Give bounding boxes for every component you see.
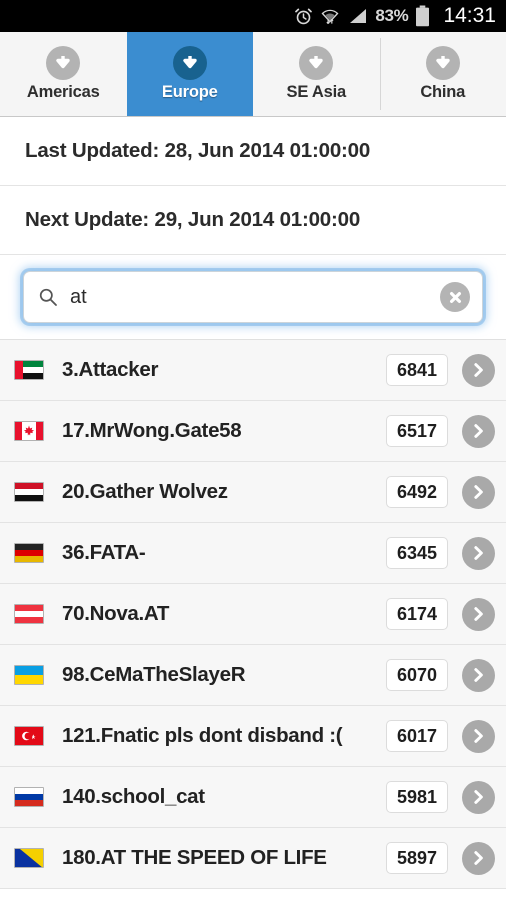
score-badge: 6017 xyxy=(386,720,448,752)
flag-icon-ua xyxy=(14,665,44,685)
player-name: 36.FATA- xyxy=(62,541,146,564)
search-icon xyxy=(38,287,58,307)
table-row[interactable]: 98.CeMaTheSlayeR 6070 xyxy=(0,645,506,706)
tab-se-asia[interactable]: SE Asia xyxy=(253,32,380,116)
wifi-icon xyxy=(320,7,340,26)
alarm-clock-icon xyxy=(294,7,313,26)
chevron-right-icon[interactable] xyxy=(462,353,495,387)
table-row[interactable]: 121.Fnatic pls dont disband :( 6017 xyxy=(0,706,506,767)
signal-icon xyxy=(347,8,368,25)
chevron-right-icon[interactable] xyxy=(462,597,495,631)
score-badge: 5897 xyxy=(386,842,448,874)
table-row[interactable]: 140.school_cat 5981 xyxy=(0,767,506,828)
download-circle-icon xyxy=(299,46,334,80)
player-name: 70.Nova.AT xyxy=(62,602,170,625)
flag-icon-ba xyxy=(14,848,44,868)
flag-icon-ca xyxy=(14,421,44,441)
score-badge: 6517 xyxy=(386,415,448,447)
chevron-right-icon[interactable] xyxy=(462,780,495,814)
table-row[interactable]: 36.FATA- 6345 xyxy=(0,523,506,584)
search-value: at xyxy=(70,285,87,308)
player-name: 20.Gather Wolvez xyxy=(62,480,228,503)
flag-icon-at xyxy=(14,604,44,624)
player-name: 121.Fnatic pls dont disband :( xyxy=(62,724,343,747)
score-badge: 6841 xyxy=(386,354,448,386)
battery-icon xyxy=(415,5,430,27)
player-name: 17.MrWong.Gate58 xyxy=(62,419,242,442)
chevron-right-icon[interactable] xyxy=(462,658,495,692)
chevron-right-icon[interactable] xyxy=(462,841,495,875)
player-name: 98.CeMaTheSlayeR xyxy=(62,663,246,686)
battery-percent-label: 83% xyxy=(375,6,409,25)
status-bar: 83% 14:31 xyxy=(0,0,506,32)
tab-americas[interactable]: Americas xyxy=(0,32,127,116)
score-badge: 6070 xyxy=(386,659,448,691)
player-name: 180.AT THE SPEED OF LIFE xyxy=(62,846,327,869)
clock-label: 14:31 xyxy=(443,4,496,27)
tab-label: Americas xyxy=(26,83,100,101)
chevron-right-icon[interactable] xyxy=(462,536,495,570)
table-row[interactable]: 20.Gather Wolvez 6492 xyxy=(0,462,506,523)
tab-europe[interactable]: Europe xyxy=(126,32,253,116)
table-row[interactable]: 70.Nova.AT 6174 xyxy=(0,584,506,645)
download-circle-icon xyxy=(172,46,207,80)
flag-icon-ae xyxy=(14,360,44,380)
clear-icon[interactable] xyxy=(440,282,470,312)
flag-icon-ru xyxy=(14,787,44,807)
flag-icon-ye xyxy=(14,482,44,502)
search-input[interactable]: at xyxy=(23,271,483,323)
chevron-right-icon[interactable] xyxy=(462,414,495,448)
player-name: 3.Attacker xyxy=(62,358,159,381)
tab-label: SE Asia xyxy=(286,83,347,101)
last-updated-row: Last Updated: 28, Jun 2014 01:00:00 xyxy=(0,117,506,186)
region-tab-bar: Americas Europe SE Asia China xyxy=(0,32,506,117)
search-bar: at xyxy=(0,255,506,340)
flag-icon-tr xyxy=(14,726,44,746)
tab-china[interactable]: China xyxy=(379,32,506,116)
chevron-right-icon[interactable] xyxy=(462,719,495,753)
next-update-row: Next Update: 29, Jun 2014 01:00:00 xyxy=(0,186,506,255)
chevron-right-icon[interactable] xyxy=(462,475,495,509)
tab-label: China xyxy=(420,83,466,101)
next-update-label: Next Update: 29, Jun 2014 01:00:00 xyxy=(25,208,361,231)
table-row[interactable]: 180.AT THE SPEED OF LIFE 5897 xyxy=(0,828,506,889)
table-row[interactable]: 3.Attacker 6841 xyxy=(0,340,506,401)
download-circle-icon xyxy=(46,46,81,80)
player-list: 3.Attacker 6841 17.MrWong.Gate58 6517 20… xyxy=(0,340,506,889)
flag-icon-de xyxy=(14,543,44,563)
player-name: 140.school_cat xyxy=(62,785,205,808)
score-badge: 6174 xyxy=(386,598,448,630)
score-badge: 6492 xyxy=(386,476,448,508)
tab-label: Europe xyxy=(161,83,218,101)
last-updated-label: Last Updated: 28, Jun 2014 01:00:00 xyxy=(25,139,371,162)
download-circle-icon xyxy=(425,46,460,80)
table-row[interactable]: 17.MrWong.Gate58 6517 xyxy=(0,401,506,462)
score-badge: 5981 xyxy=(386,781,448,813)
score-badge: 6345 xyxy=(386,537,448,569)
